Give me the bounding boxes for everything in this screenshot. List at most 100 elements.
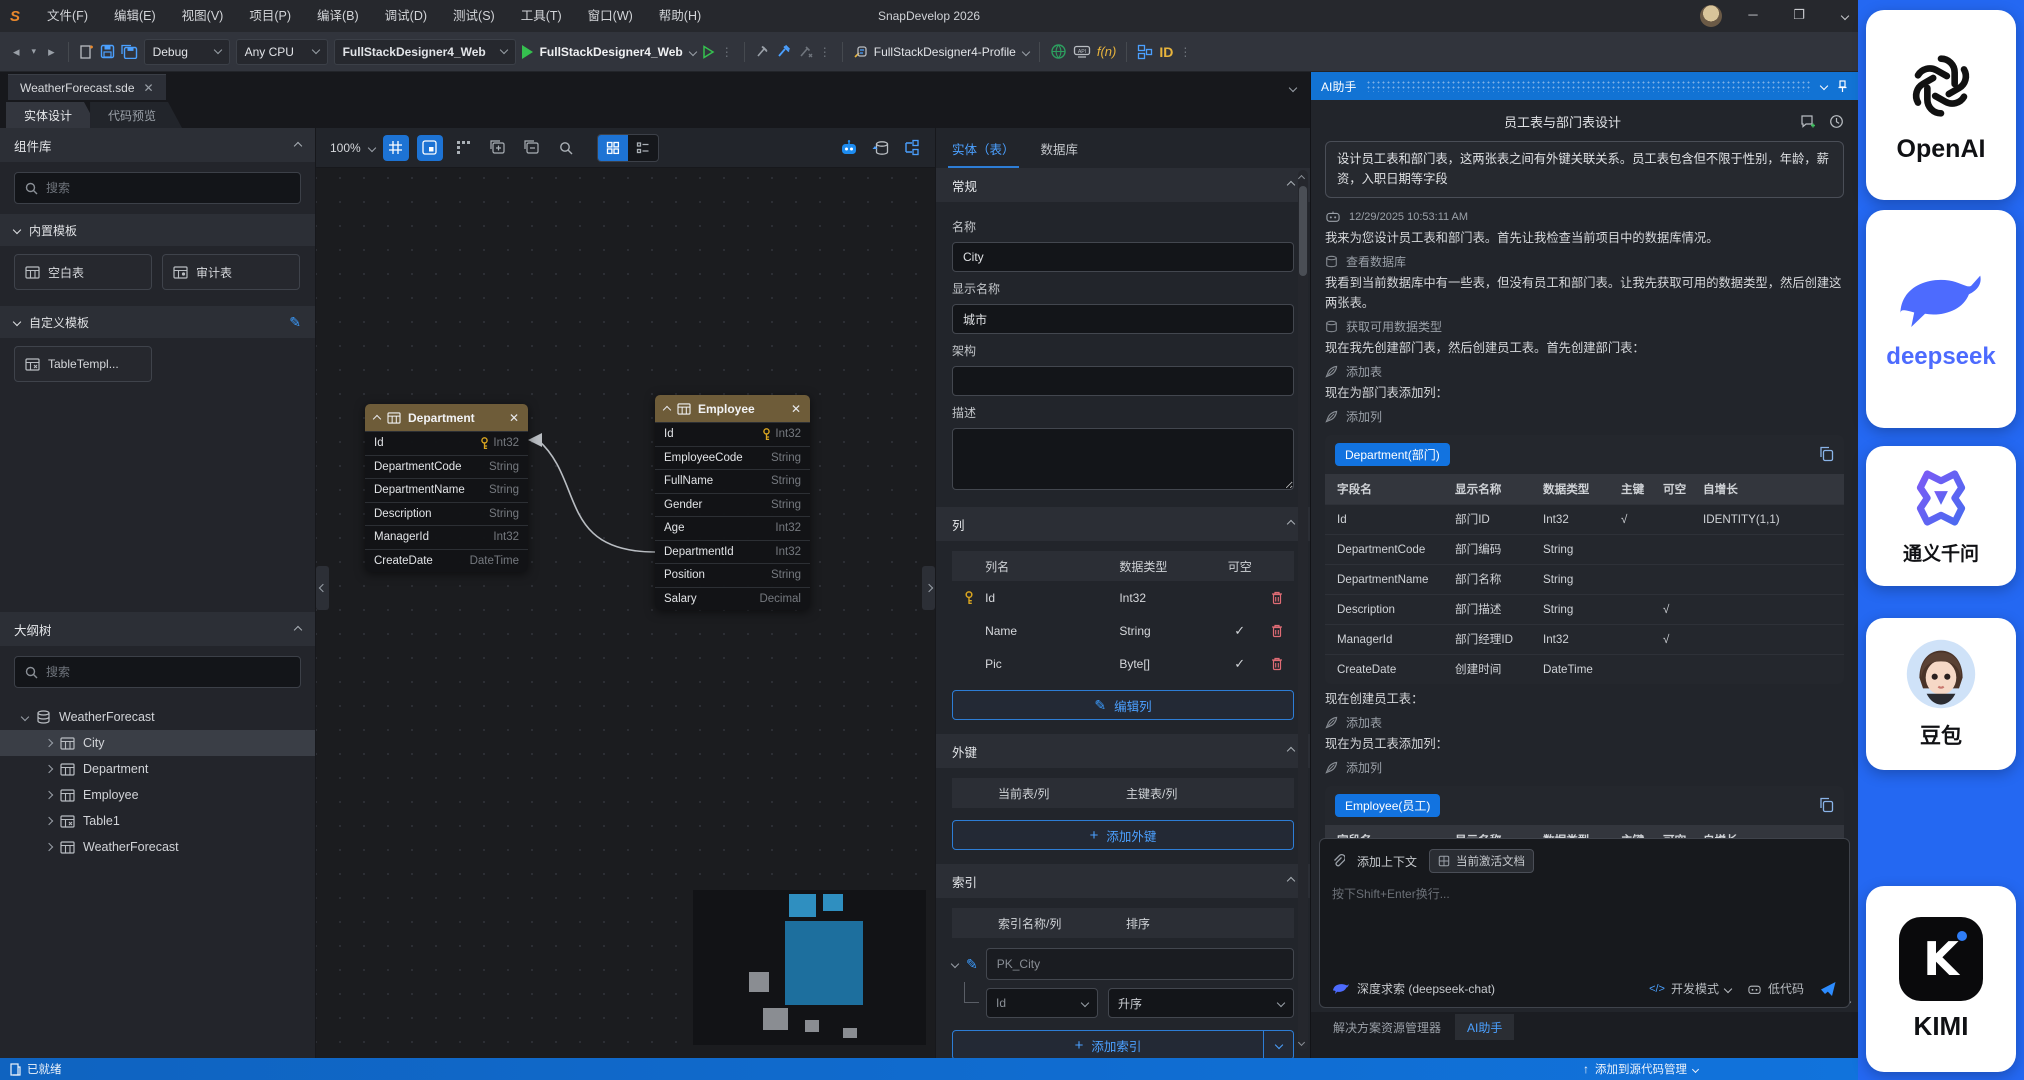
close-entity-icon[interactable]: ✕ [791, 402, 801, 416]
cpu-select[interactable]: Any CPU [236, 39, 328, 65]
collapse-entity-icon[interactable] [373, 414, 381, 422]
canvas-minimap[interactable] [693, 890, 926, 1045]
add-context-label[interactable]: 添加上下文 [1357, 853, 1417, 870]
dev-mode-select[interactable]: </>开发模式 [1649, 980, 1731, 997]
add-index-dropdown[interactable] [1264, 1030, 1294, 1058]
nav-history-chevron[interactable]: ▾ [29, 44, 40, 59]
menu-debug[interactable]: 调试(D) [372, 0, 440, 32]
save-icon[interactable] [100, 44, 115, 59]
column-row-name[interactable]: Name String ✓ [952, 614, 1294, 647]
entity-field-row[interactable]: FullNameString [655, 469, 810, 493]
component-search[interactable] [14, 172, 301, 204]
chat-input-placeholder[interactable]: 按下Shift+Enter换行... [1332, 885, 1837, 902]
general-section-header[interactable]: 常规 [936, 168, 1310, 202]
entity-field-row[interactable]: PositionString [655, 563, 810, 587]
menu-tools[interactable]: 工具(T) [508, 0, 575, 32]
name-input[interactable] [952, 242, 1294, 272]
entity-field-row[interactable]: DepartmentIdInt32 [655, 540, 810, 564]
run-without-debug-icon[interactable] [702, 45, 715, 59]
properties-scrollbar[interactable] [1298, 170, 1308, 1050]
tab-entity-table[interactable]: 实体（表） [952, 128, 1015, 168]
brand-card-doubao[interactable]: 豆包 [1866, 618, 2016, 770]
index-column-select[interactable]: Id [986, 988, 1098, 1018]
nav-back-icon[interactable]: ◂ [10, 42, 23, 62]
entity-grid-icon[interactable] [1137, 44, 1153, 60]
document-tab[interactable]: WeatherForecast.sde ✕ [8, 74, 166, 100]
menu-build[interactable]: 编译(B) [304, 0, 372, 32]
display-name-input[interactable] [952, 304, 1294, 334]
tab-ai-assistant[interactable]: AI助手 [1455, 1014, 1514, 1040]
entity-field-row[interactable]: DescriptionString [365, 502, 528, 526]
index-name-input[interactable]: PK_City [986, 948, 1294, 980]
collapse-right-panel-handle[interactable] [922, 566, 935, 610]
component-search-input[interactable] [46, 181, 290, 195]
window-menu-chevron[interactable] [1828, 0, 1862, 30]
id-icon[interactable]: ID [1159, 44, 1173, 60]
design-canvas[interactable]: 100% [316, 128, 935, 1058]
entity-field-row[interactable]: ManagerIdInt32 [365, 525, 528, 549]
copy-icon[interactable] [1819, 446, 1834, 462]
tool-call[interactable]: 添加表 [1325, 714, 1844, 731]
cancel-build-icon[interactable] [798, 44, 813, 59]
custom-templates-header[interactable]: 自定义模板 ✎ [0, 306, 315, 338]
menu-file[interactable]: 文件(F) [34, 0, 101, 32]
panel-drag-area[interactable] [1366, 80, 1811, 92]
component-library-header[interactable]: 组件库 [0, 128, 315, 162]
delete-column-icon[interactable] [1271, 624, 1283, 638]
add-foreign-key-button[interactable]: +添加外键 [952, 820, 1294, 850]
toolbar-overflow[interactable]: ⋮ [1179, 45, 1192, 59]
delete-column-icon[interactable] [1271, 591, 1283, 605]
web-globe-icon[interactable] [1050, 43, 1067, 60]
new-file-icon[interactable] [79, 44, 94, 60]
menu-help[interactable]: 帮助(H) [646, 0, 714, 32]
tree-node-table1[interactable]: Table1 [0, 808, 315, 834]
tool-call[interactable]: 添加列 [1325, 408, 1844, 425]
tool-call[interactable]: 添加列 [1325, 759, 1844, 776]
edit-index-icon[interactable]: ✎ [966, 956, 978, 973]
send-icon[interactable] [1820, 981, 1837, 997]
entity-field-row[interactable]: IdInt32 [365, 431, 528, 455]
user-avatar[interactable] [1700, 5, 1722, 27]
template-blank-table[interactable]: 空白表 [14, 254, 152, 290]
function-icon[interactable]: f(n) [1097, 44, 1117, 59]
description-input[interactable] [952, 428, 1294, 490]
schema-input[interactable] [952, 366, 1294, 396]
copy-icon[interactable] [1819, 797, 1834, 813]
toolbar-overflow[interactable]: ⋮ [819, 45, 832, 59]
panel-menu-chevron[interactable] [1820, 82, 1828, 90]
collapse-left-panel-handle[interactable] [316, 566, 329, 610]
outline-search-input[interactable] [46, 665, 290, 679]
menu-edit[interactable]: 编辑(E) [101, 0, 169, 32]
pin-icon[interactable] [1837, 80, 1848, 93]
template-custom[interactable]: TableTempl... [14, 346, 152, 382]
startup-project-select[interactable]: FullStackDesigner4_Web [334, 39, 516, 65]
tree-node-root[interactable]: WeatherForecast [0, 704, 315, 730]
entity-field-row[interactable]: GenderString [655, 493, 810, 517]
model-label[interactable]: 深度求索 (deepseek-chat) [1357, 980, 1495, 997]
close-entity-icon[interactable]: ✕ [509, 411, 519, 425]
tab-code-preview[interactable]: 代码预览 [90, 102, 182, 128]
close-tab-icon[interactable]: ✕ [144, 81, 154, 95]
nav-forward-icon[interactable]: ▸ [45, 42, 58, 62]
brand-card-qwen[interactable]: 通义千问 [1866, 446, 2016, 586]
tab-database[interactable]: 数据库 [1041, 128, 1079, 168]
entity-department-header[interactable]: Department ✕ [365, 404, 528, 431]
save-all-icon[interactable] [121, 44, 138, 59]
minimize-button[interactable]: ─ [1736, 0, 1770, 30]
outline-search[interactable] [14, 656, 301, 688]
entity-field-row[interactable]: AgeInt32 [655, 516, 810, 540]
chat-input-box[interactable]: 添加上下文 当前激活文档 按下Shift+Enter换行... 深度求索 (de… [1319, 838, 1850, 1008]
entity-field-row[interactable]: CreateDateDateTime [365, 549, 528, 573]
column-row-id[interactable]: Id Int32 [952, 581, 1294, 614]
delete-column-icon[interactable] [1271, 657, 1283, 671]
index-row[interactable]: ✎ PK_City [952, 948, 1294, 980]
run-button[interactable]: FullStackDesigner4_Web [522, 45, 696, 59]
entity-field-row[interactable]: DepartmentNameString [365, 478, 528, 502]
edit-columns-button[interactable]: ✎编辑列 [952, 690, 1294, 720]
brand-card-kimi[interactable]: K KIMI [1866, 886, 2016, 1072]
entity-field-row[interactable]: EmployeeCodeString [655, 446, 810, 470]
build-project-icon[interactable] [776, 44, 792, 59]
profile-select[interactable]: FullStackDesigner4-Profile [874, 45, 1029, 59]
collapse-entity-icon[interactable] [663, 405, 671, 413]
new-chat-icon[interactable] [1800, 114, 1817, 129]
